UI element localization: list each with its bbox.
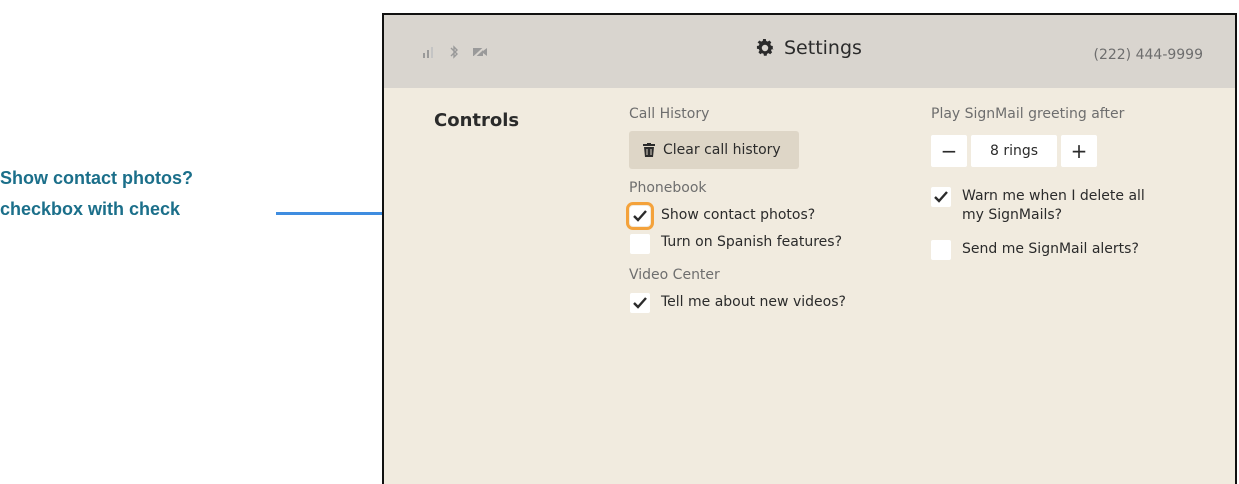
warn-delete-line-2: my SignMails?: [962, 207, 1063, 223]
check-icon: [633, 210, 647, 222]
title-area: Settings: [754, 37, 862, 59]
greeting-label: Play SignMail greeting after: [931, 106, 1125, 122]
check-icon: [633, 297, 647, 309]
decrease-rings-button[interactable]: −: [931, 135, 967, 167]
clear-call-history-label: Clear call history: [663, 142, 781, 158]
video-off-icon: [472, 45, 488, 63]
new-videos-label[interactable]: Tell me about new videos?: [661, 294, 846, 310]
page-title: Settings: [784, 37, 862, 59]
phonebook-label: Phonebook: [629, 180, 707, 196]
warn-delete-checkbox[interactable]: [931, 187, 951, 207]
signmail-alerts-label[interactable]: Send me SignMail alerts?: [962, 241, 1139, 257]
rings-value: 8 rings: [971, 135, 1057, 167]
show-contact-photos-checkbox[interactable]: [626, 202, 654, 230]
signal-icon: [422, 45, 436, 63]
trash-icon: [643, 143, 655, 157]
video-center-label: Video Center: [629, 267, 720, 283]
spanish-features-label[interactable]: Turn on Spanish features?: [661, 234, 842, 250]
spanish-features-checkbox[interactable]: [630, 234, 650, 254]
bluetooth-icon: [448, 45, 460, 63]
warn-delete-line-1: Warn me when I delete all: [962, 188, 1145, 204]
section-title: Controls: [434, 110, 520, 131]
show-contact-photos-label[interactable]: Show contact photos?: [661, 207, 815, 223]
status-icons: [422, 45, 488, 63]
gear-icon: [756, 39, 774, 56]
new-videos-checkbox[interactable]: [630, 293, 650, 313]
phone-number: (222) 444-9999: [1093, 47, 1204, 63]
increase-rings-button[interactable]: +: [1061, 135, 1097, 167]
warn-delete-label[interactable]: Warn me when I delete all my SignMails?: [962, 187, 1145, 225]
clear-call-history-button[interactable]: Clear call history: [629, 131, 799, 169]
rings-stepper: − 8 rings +: [931, 135, 1097, 167]
top-bar: Settings (222) 444-9999: [384, 15, 1235, 88]
callout-text: Show contact photos? checkbox with check: [0, 163, 290, 225]
call-history-label: Call History: [629, 106, 710, 122]
callout-line-2: checkbox with check: [0, 199, 181, 219]
callout-line-1: Show contact photos?: [0, 168, 193, 188]
signmail-alerts-checkbox[interactable]: [931, 240, 951, 260]
check-icon: [934, 191, 948, 203]
settings-screen: Settings (222) 444-9999 Controls Call Hi…: [382, 13, 1237, 484]
